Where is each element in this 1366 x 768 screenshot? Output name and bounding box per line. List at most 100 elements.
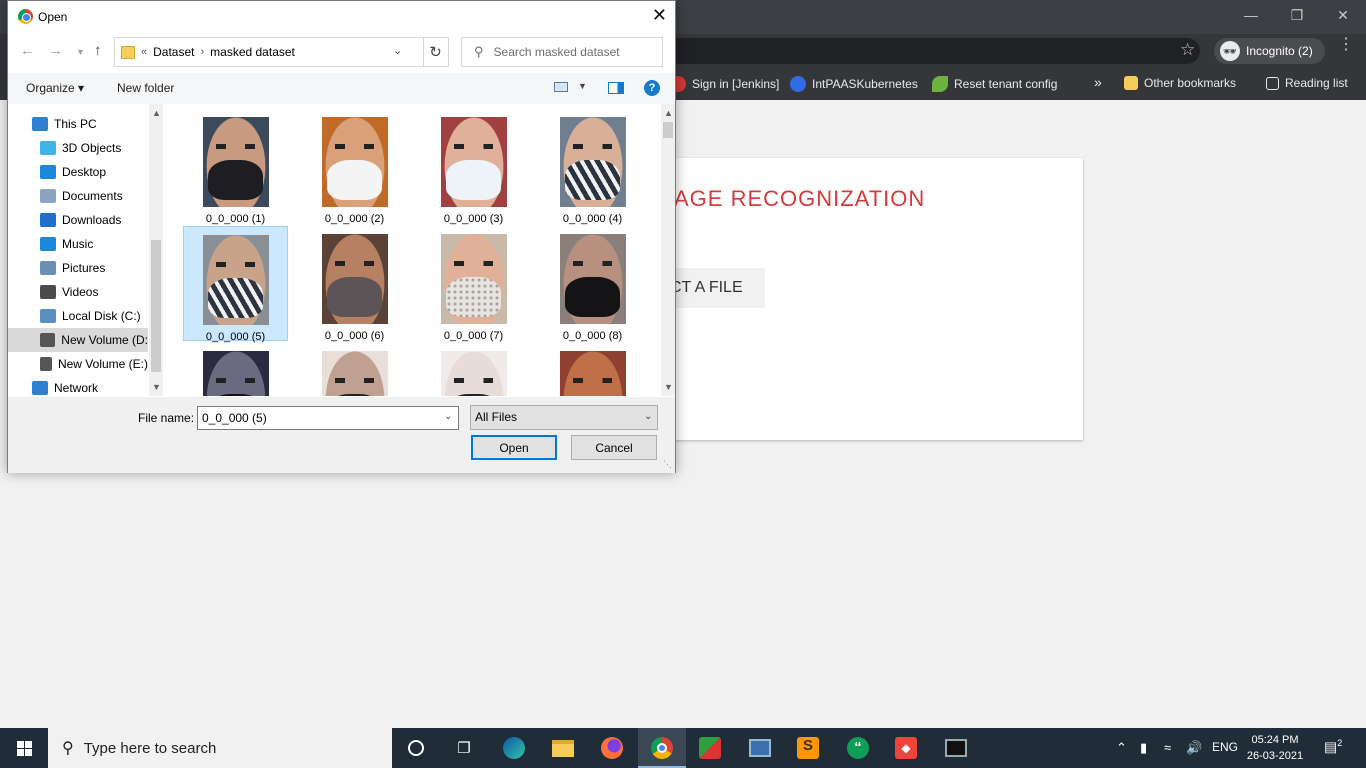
sidebar-item-this-pc[interactable]: This PC bbox=[8, 112, 148, 136]
remote-desktop-icon[interactable] bbox=[748, 736, 772, 760]
sidebar-item-3d-objects[interactable]: 3D Objects bbox=[8, 136, 148, 160]
sidebar-item-new-volume-e[interactable]: New Volume (E:) bbox=[8, 352, 148, 376]
sidebar-item-music[interactable]: Music bbox=[8, 232, 148, 256]
preview-pane-icon[interactable] bbox=[608, 82, 624, 94]
bookmark-reset-tenant[interactable]: Reset tenant config bbox=[932, 76, 1057, 92]
task-view-icon[interactable]: ❐ bbox=[452, 736, 476, 760]
resize-grip-icon[interactable]: ⋱ bbox=[663, 459, 672, 470]
file-item[interactable]: 0_0_000 (5) bbox=[183, 226, 288, 343]
breadcrumb-masked-dataset[interactable]: masked dataset bbox=[210, 45, 295, 59]
file-item[interactable]: 0_0_000 (4) bbox=[540, 109, 645, 225]
file-item[interactable] bbox=[183, 343, 288, 396]
file-item[interactable] bbox=[540, 343, 645, 396]
notification-count: 2 bbox=[1337, 738, 1343, 748]
file-item[interactable]: 0_0_000 (2) bbox=[302, 109, 407, 225]
bookmark-kubernetes[interactable]: IntPAASKubernetes bbox=[790, 76, 918, 92]
file-item[interactable]: 0_0_000 (6) bbox=[302, 226, 407, 342]
start-button[interactable] bbox=[0, 728, 48, 768]
chrome-taskbar-icon[interactable] bbox=[650, 736, 674, 760]
bookmark-star-icon[interactable]: ☆ bbox=[1180, 40, 1195, 60]
breadcrumb-dataset[interactable]: Dataset bbox=[153, 45, 194, 59]
bookmark-jenkins[interactable]: Sign in [Jenkins] bbox=[670, 76, 779, 92]
file-thumbnail bbox=[559, 117, 626, 207]
file-name: 0_0_000 (7) bbox=[443, 330, 504, 342]
edge-icon[interactable] bbox=[502, 736, 526, 760]
file-explorer-icon[interactable] bbox=[551, 736, 575, 760]
file-list: 0_0_000 (1) 0_0_000 (2) 0_0_000 (3) 0_0_000… bbox=[165, 104, 661, 396]
dialog-titlebar: Open ✕ bbox=[8, 1, 675, 32]
close-window-button[interactable]: ✕ bbox=[1320, 0, 1366, 30]
refresh-button[interactable]: ↻ bbox=[423, 37, 449, 67]
show-hidden-icons-icon[interactable]: ⌃ bbox=[1116, 740, 1127, 756]
file-item[interactable]: 0_0_000 (8) bbox=[540, 226, 645, 342]
battery-icon[interactable]: ▮ bbox=[1140, 740, 1147, 756]
help-icon[interactable]: ? bbox=[644, 80, 660, 96]
file-item[interactable]: 0_0_000 (3) bbox=[421, 109, 526, 225]
cortana-icon[interactable] bbox=[404, 736, 428, 760]
sidebar-item-documents[interactable]: Documents bbox=[8, 184, 148, 208]
dialog-close-icon[interactable]: ✕ bbox=[652, 5, 667, 26]
change-view-icon[interactable] bbox=[554, 82, 568, 92]
open-button[interactable]: Open bbox=[471, 435, 557, 460]
file-type-select[interactable]: All Files bbox=[470, 405, 658, 430]
new-folder-button[interactable]: New folder bbox=[117, 81, 174, 95]
chevron-down-icon[interactable]: ⌄ bbox=[644, 411, 652, 422]
navigation-scrollbar[interactable]: ▲ ▼ bbox=[149, 104, 163, 396]
anydesk-icon[interactable]: ◆ bbox=[894, 736, 918, 760]
forward-arrow-icon[interactable]: → bbox=[48, 42, 63, 59]
restore-button[interactable]: ❐ bbox=[1274, 0, 1320, 30]
chrome-menu-icon[interactable]: ⋮ bbox=[1338, 37, 1354, 53]
language-indicator[interactable]: ENG bbox=[1212, 740, 1238, 754]
reading-list[interactable]: Reading list bbox=[1266, 76, 1348, 90]
bookmark-label: Sign in [Jenkins] bbox=[692, 77, 780, 91]
cancel-button[interactable]: Cancel bbox=[571, 435, 657, 460]
app-icon[interactable] bbox=[698, 736, 722, 760]
scrollbar-thumb[interactable] bbox=[663, 122, 673, 138]
firefox-icon[interactable] bbox=[600, 736, 624, 760]
notifications-icon[interactable]: ▤2 bbox=[1324, 738, 1342, 756]
file-thumbnail bbox=[321, 117, 388, 207]
minimize-button[interactable]: — bbox=[1228, 0, 1274, 30]
hangouts-icon[interactable]: “ bbox=[846, 736, 870, 760]
address-bar[interactable] bbox=[640, 38, 1200, 64]
sidebar-item-downloads[interactable]: Downloads bbox=[8, 208, 148, 232]
chevron-down-icon[interactable]: ⌄ bbox=[393, 44, 402, 57]
file-name-input[interactable]: 0_0_000 (5) bbox=[197, 406, 459, 430]
sidebar-item-videos[interactable]: Videos bbox=[8, 280, 148, 304]
search-input[interactable]: ⚲ Search masked dataset bbox=[461, 37, 663, 67]
taskbar-search[interactable]: ⚲ Type here to search bbox=[48, 728, 392, 768]
volume-icon[interactable]: 🔊 bbox=[1186, 740, 1202, 756]
scroll-down-arrow-icon[interactable]: ▼ bbox=[664, 382, 673, 392]
sublime-text-icon[interactable]: S bbox=[796, 736, 820, 760]
other-bookmarks[interactable]: Other bookmarks bbox=[1124, 76, 1236, 90]
back-arrow-icon[interactable]: ← bbox=[20, 42, 35, 59]
file-item[interactable]: 0_0_000 (7) bbox=[421, 226, 526, 342]
sidebar-item-pictures[interactable]: Pictures bbox=[8, 256, 148, 280]
chevron-down-icon[interactable]: ⌄ bbox=[444, 411, 452, 422]
file-item[interactable] bbox=[421, 343, 526, 396]
file-list-scrollbar[interactable]: ▲ ▼ bbox=[661, 104, 675, 396]
wifi-icon[interactable]: ≈ bbox=[1164, 740, 1171, 755]
incognito-badge[interactable]: 🕶 Incognito (2) bbox=[1214, 38, 1325, 64]
breadcrumb-prefix[interactable]: « bbox=[141, 46, 147, 58]
breadcrumb[interactable]: « Dataset › masked dataset ⌄ bbox=[114, 37, 424, 67]
file-item[interactable]: 0_0_000 (1) bbox=[183, 109, 288, 225]
bookmarks-overflow-button[interactable]: » bbox=[1094, 74, 1102, 90]
chrome-icon bbox=[18, 9, 33, 24]
sidebar-item-local-disk-c[interactable]: Local Disk (C:) bbox=[8, 304, 148, 328]
recent-dropdown-icon[interactable]: ▼ bbox=[76, 47, 85, 57]
terminal-icon[interactable] bbox=[944, 736, 968, 760]
view-dropdown-icon[interactable]: ▼ bbox=[578, 81, 587, 91]
up-arrow-icon[interactable]: ↑ bbox=[94, 42, 102, 59]
scroll-up-arrow-icon[interactable]: ▲ bbox=[664, 108, 673, 118]
sidebar-item-network[interactable]: Network bbox=[8, 376, 148, 396]
clock[interactable]: 05:24 PM 26-03-2021 bbox=[1240, 732, 1310, 764]
scroll-up-arrow-icon[interactable]: ▲ bbox=[152, 108, 161, 118]
network-icon bbox=[32, 381, 48, 395]
organize-menu[interactable]: Organize ▾ bbox=[26, 81, 84, 95]
sidebar-item-new-volume-d[interactable]: New Volume (D: bbox=[8, 328, 148, 352]
file-item[interactable] bbox=[302, 343, 407, 396]
scrollbar-thumb[interactable] bbox=[151, 240, 161, 372]
scroll-down-arrow-icon[interactable]: ▼ bbox=[152, 382, 161, 392]
sidebar-item-desktop[interactable]: Desktop bbox=[8, 160, 148, 184]
